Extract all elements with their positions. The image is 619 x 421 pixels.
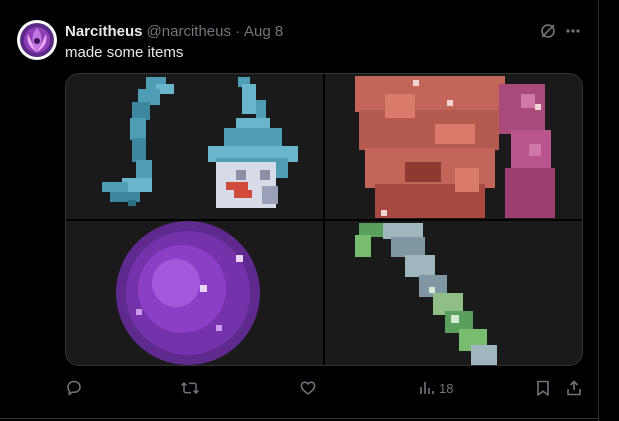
tweet-actions: 18 (0, 377, 598, 399)
grok-icon[interactable] (537, 20, 559, 42)
more-options-icon[interactable] (562, 20, 584, 42)
bookmark-button[interactable] (534, 377, 552, 399)
reply-icon (67, 380, 81, 396)
share-icon (567, 380, 581, 396)
retweet-icon (181, 381, 199, 395)
avatar[interactable] (17, 20, 57, 60)
avatar-art (20, 23, 54, 57)
views-button[interactable]: 18 (417, 377, 453, 399)
media-grid (65, 73, 583, 366)
flesh-item-art (355, 76, 555, 218)
header-separator: · (234, 22, 240, 40)
flesh-item-image[interactable] (325, 74, 582, 219)
sword-image[interactable] (325, 221, 582, 365)
timeline-right-border (598, 0, 599, 421)
tweet-header: Narcitheus @narcitheus · Aug 8 (65, 21, 283, 41)
purple-orb-image[interactable] (66, 221, 323, 365)
author-name[interactable]: Narcitheus (65, 23, 143, 40)
tweet-text: made some items (65, 44, 184, 61)
author-handle[interactable]: @narcitheus (147, 23, 231, 40)
armor-items-image[interactable] (66, 74, 323, 219)
tweet-divider (0, 418, 598, 419)
grok-icon-glyph (541, 24, 555, 38)
share-button[interactable] (565, 377, 583, 399)
media-divider-horizontal (66, 219, 582, 221)
sword-art (355, 223, 497, 365)
heart-icon (300, 381, 316, 395)
like-button[interactable] (299, 377, 317, 399)
views-count: 18 (439, 380, 454, 396)
views-chart-icon (420, 382, 434, 394)
armor-items-art (102, 77, 298, 208)
retweet-button[interactable] (180, 377, 200, 399)
reply-button[interactable] (65, 377, 83, 399)
tweet-date[interactable]: Aug 8 (244, 23, 283, 40)
bookmark-icon (537, 380, 549, 396)
purple-orb-art (116, 221, 260, 365)
more-options-glyph (566, 29, 580, 33)
